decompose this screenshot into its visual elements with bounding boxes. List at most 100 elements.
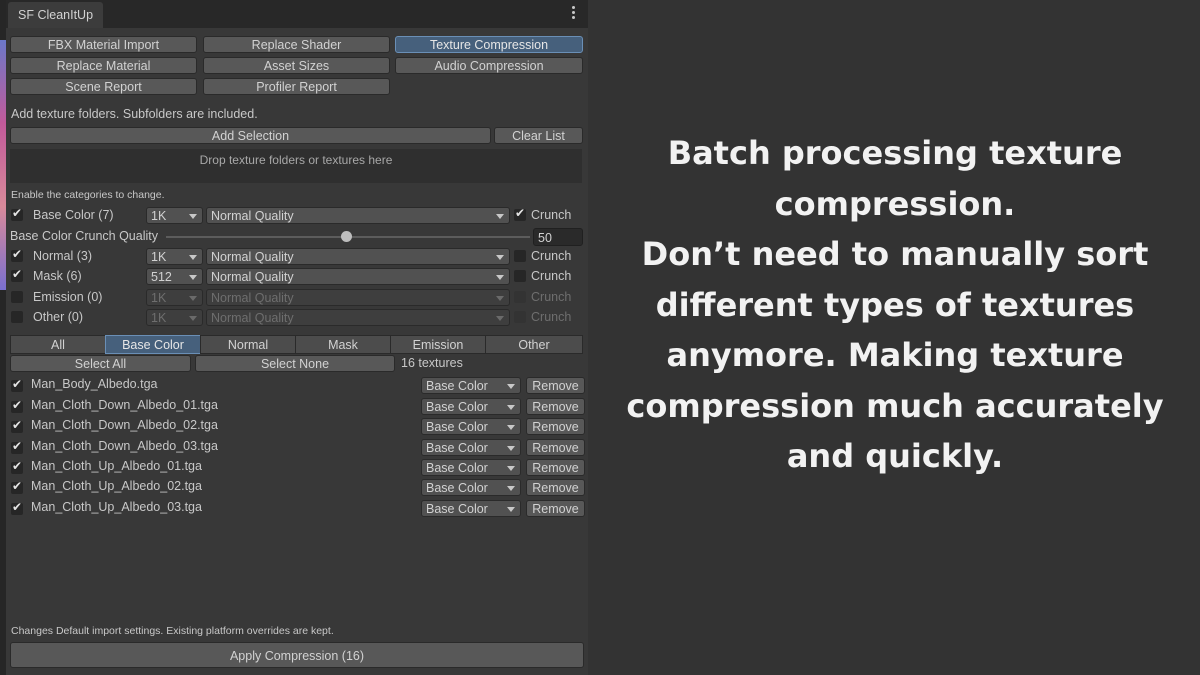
- remove-button[interactable]: Remove: [526, 479, 585, 496]
- crunch-quality-field[interactable]: 50: [533, 228, 583, 246]
- normal-enable-checkbox[interactable]: [11, 247, 23, 262]
- more-options-icon[interactable]: [572, 6, 576, 21]
- chevron-down-icon: [507, 384, 515, 389]
- window-tab[interactable]: SF CleanItUp: [8, 2, 104, 28]
- category-label: Base Color (7): [33, 208, 114, 222]
- texture-type-dropdown[interactable]: Base Color: [421, 459, 521, 476]
- texture-type-dropdown[interactable]: Base Color: [421, 377, 521, 394]
- chevron-down-icon: [189, 316, 197, 321]
- select-none-button[interactable]: Select None: [195, 355, 395, 372]
- chevron-down-icon: [507, 405, 515, 410]
- base-color-crunch-checkbox[interactable]: [514, 206, 526, 221]
- filter-tab-base-color[interactable]: Base Color: [105, 335, 201, 354]
- sf-cleanitup-window: SF CleanItUp FBX Material Import Replace…: [6, 0, 588, 675]
- tool-asset-sizes[interactable]: Asset Sizes: [203, 57, 390, 74]
- filter-tab-other[interactable]: Other: [485, 335, 583, 354]
- filter-tab-normal[interactable]: Normal: [200, 335, 296, 354]
- texture-checkbox[interactable]: [11, 479, 23, 494]
- clear-list-button[interactable]: Clear List: [494, 127, 583, 144]
- other-size-dropdown: 1K: [146, 309, 203, 326]
- crunch-quality-label: Base Color Crunch Quality: [10, 229, 158, 243]
- chevron-down-icon: [189, 275, 197, 280]
- filter-tab-mask[interactable]: Mask: [295, 335, 391, 354]
- normal-size-dropdown[interactable]: 1K: [146, 248, 203, 265]
- normal-quality-dropdown[interactable]: Normal Quality: [206, 248, 510, 265]
- chevron-down-icon: [507, 446, 515, 451]
- caption-line: anymore. Making texture: [666, 336, 1124, 374]
- texture-checkbox[interactable]: [11, 439, 23, 454]
- texture-type-dropdown[interactable]: Base Color: [421, 398, 521, 415]
- remove-button[interactable]: Remove: [526, 377, 585, 394]
- texture-checkbox[interactable]: [11, 459, 23, 474]
- category-label: Normal (3): [33, 249, 93, 263]
- tool-replace-material[interactable]: Replace Material: [10, 57, 197, 74]
- caption-line: compression.: [774, 184, 1016, 223]
- chevron-down-icon: [189, 296, 197, 301]
- tool-replace-shader[interactable]: Replace Shader: [203, 36, 390, 53]
- categories-hint: Enable the categories to change.: [11, 189, 165, 201]
- emission-quality-dropdown: Normal Quality: [206, 289, 510, 306]
- tool-profiler-report[interactable]: Profiler Report: [203, 78, 390, 95]
- texture-name: Man_Cloth_Down_Albedo_03.tga: [31, 439, 218, 453]
- texture-name: Man_Cloth_Down_Albedo_02.tga: [31, 418, 218, 432]
- chevron-down-icon: [507, 507, 515, 512]
- select-all-button[interactable]: Select All: [10, 355, 191, 372]
- texture-type-dropdown[interactable]: Base Color: [421, 439, 521, 456]
- crunch-label: Crunch: [531, 310, 572, 324]
- chevron-down-icon: [496, 214, 504, 219]
- crunch-label: Crunch: [531, 249, 572, 263]
- mask-quality-dropdown[interactable]: Normal Quality: [206, 268, 510, 285]
- texture-checkbox[interactable]: [11, 500, 23, 515]
- base-color-quality-dropdown[interactable]: Normal Quality: [206, 207, 510, 224]
- category-label: Mask (6): [33, 269, 82, 283]
- other-quality-dropdown: Normal Quality: [206, 309, 510, 326]
- emission-enable-checkbox[interactable]: [11, 291, 23, 303]
- remove-button[interactable]: Remove: [526, 398, 585, 415]
- texture-checkbox[interactable]: [11, 418, 23, 433]
- tool-texture-compression[interactable]: Texture Compression: [395, 36, 583, 53]
- texture-type-dropdown[interactable]: Base Color: [421, 500, 521, 517]
- remove-button[interactable]: Remove: [526, 500, 585, 517]
- chevron-down-icon: [507, 466, 515, 471]
- emission-crunch-checkbox: [514, 291, 526, 303]
- caption-line: different types of textures: [655, 285, 1135, 324]
- crunch-label: Crunch: [531, 208, 572, 222]
- filter-tab-emission[interactable]: Emission: [390, 335, 486, 354]
- chevron-down-icon: [189, 214, 197, 219]
- texture-name: Man_Body_Albedo.tga: [31, 377, 158, 391]
- emission-size-dropdown: 1K: [146, 289, 203, 306]
- tool-audio-compression[interactable]: Audio Compression: [395, 57, 583, 74]
- caption-line: Batch processing texture: [667, 134, 1123, 172]
- tool-scene-report[interactable]: Scene Report: [10, 78, 197, 95]
- apply-compression-button[interactable]: Apply Compression (16): [10, 642, 584, 668]
- crunch-label: Crunch: [531, 290, 572, 304]
- remove-button[interactable]: Remove: [526, 439, 585, 456]
- mask-enable-checkbox[interactable]: [11, 267, 23, 282]
- add-selection-button[interactable]: Add Selection: [10, 127, 491, 144]
- remove-button[interactable]: Remove: [526, 459, 585, 476]
- chevron-down-icon: [496, 275, 504, 280]
- footer-note: Changes Default import settings. Existin…: [11, 625, 334, 637]
- texture-type-dropdown[interactable]: Base Color: [421, 479, 521, 496]
- category-label: Emission (0): [33, 290, 103, 304]
- filter-tab-all[interactable]: All: [10, 335, 106, 354]
- mask-crunch-checkbox[interactable]: [514, 270, 526, 282]
- texture-name: Man_Cloth_Up_Albedo_02.tga: [31, 479, 202, 493]
- base-color-size-dropdown[interactable]: 1K: [146, 207, 203, 224]
- chevron-down-icon: [496, 296, 504, 301]
- base-color-enable-checkbox[interactable]: [11, 206, 23, 221]
- normal-crunch-checkbox[interactable]: [514, 250, 526, 262]
- caption-line: compression much accurately: [626, 386, 1164, 425]
- texture-checkbox[interactable]: [11, 377, 23, 392]
- mask-size-dropdown[interactable]: 512: [146, 268, 203, 285]
- remove-button[interactable]: Remove: [526, 418, 585, 435]
- drop-zone[interactable]: Drop texture folders or textures here: [10, 149, 582, 183]
- folders-hint: Add texture folders. Subfolders are incl…: [11, 107, 258, 121]
- caption-line: Don’t need to manually sort: [641, 235, 1149, 273]
- other-enable-checkbox[interactable]: [11, 311, 23, 323]
- texture-type-dropdown[interactable]: Base Color: [421, 418, 521, 435]
- crunch-quality-slider-handle[interactable]: [341, 231, 352, 242]
- category-label: Other (0): [33, 310, 84, 324]
- tool-fbx-material-import[interactable]: FBX Material Import: [10, 36, 197, 53]
- texture-checkbox[interactable]: [11, 398, 23, 413]
